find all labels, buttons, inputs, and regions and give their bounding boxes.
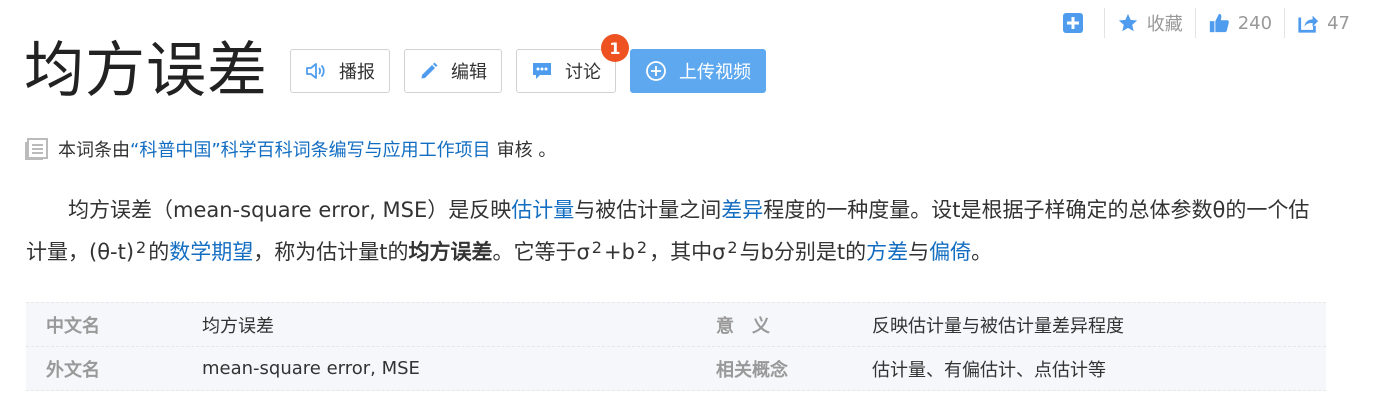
thumbs-up-icon <box>1209 13 1229 33</box>
basic-info-value: mean-square error, MSE <box>202 358 420 379</box>
summary-text: +b <box>603 240 635 264</box>
edit-label: 编辑 <box>451 62 487 83</box>
plus-square-icon <box>1062 13 1083 33</box>
link-expectation[interactable]: 数学期望 <box>169 240 253 264</box>
basic-info-value: 估计量、有偏估计、点估计等 <box>872 359 1106 381</box>
upload-video-label: 上传视频 <box>679 62 751 83</box>
summary-paragraph: 均方误差（mean-square error, MSE）是反映估计量与被估计量之… <box>26 192 1326 271</box>
basic-info-value: 均方误差 <box>202 315 274 337</box>
basic-info-table: 中文名 均方误差 意 义 反映估计量与被估计量差异程度 外文名 mean-squ… <box>26 302 1326 391</box>
basic-info-row: 外文名 mean-square error, MSE 相关概念 估计量、有偏估计… <box>26 346 1326 391</box>
like-button[interactable]: 240 <box>1194 8 1284 38</box>
play-button[interactable]: 播报 <box>290 49 390 93</box>
link-variance[interactable]: 方差 <box>866 240 908 264</box>
discuss-count-badge: 1 <box>601 34 629 62</box>
superscript: 2 <box>591 238 602 257</box>
basic-info-key: 外文名 <box>46 359 100 381</box>
favorite-button[interactable]: 收藏 <box>1103 8 1195 38</box>
chat-bubble-icon <box>533 63 551 79</box>
summary-text: 均方误差（mean-square error, MSE）是反映 <box>68 198 512 222</box>
summary-text: ，其中σ <box>649 240 726 264</box>
discuss-button[interactable]: 讨论 1 <box>516 34 629 93</box>
like-count: 240 <box>1237 12 1273 34</box>
basic-info-row: 中文名 均方误差 意 义 反映估计量与被估计量差异程度 <box>26 302 1326 346</box>
top-toolbar: 收藏 240 47 <box>1050 8 1362 38</box>
summary-text: 与 <box>908 240 930 264</box>
star-icon <box>1118 13 1137 32</box>
basic-info-key: 相关概念 <box>716 359 788 381</box>
speaker-icon <box>306 63 325 79</box>
share-button[interactable]: 47 <box>1284 8 1362 38</box>
summary-text: 的 <box>148 240 170 264</box>
document-icon <box>25 138 48 160</box>
superscript: 2 <box>636 238 648 257</box>
summary-text: 。它等于σ <box>492 240 590 264</box>
share-icon <box>1298 15 1319 33</box>
pencil-icon <box>421 62 438 79</box>
review-note: 本词条由 “科普中国”科学百科词条编写与应用工作项目 审核 。 <box>24 136 556 162</box>
summary-text: 。 <box>971 240 993 264</box>
page-title: 均方误差 <box>24 36 268 106</box>
review-project-link[interactable]: “科普中国”科学百科词条编写与应用工作项目 <box>130 136 491 162</box>
lemma-summary: 均方误差（mean-square error, MSE）是反映估计量与被估计量之… <box>26 192 1326 271</box>
superscript: 2 <box>727 238 738 257</box>
superscript: 2 <box>136 238 147 257</box>
review-suffix: 审核 。 <box>496 140 557 161</box>
share-count: 47 <box>1327 12 1350 34</box>
favorite-label: 收藏 <box>1146 14 1183 35</box>
plus-circle-icon <box>646 61 666 81</box>
summary-text: 与b分别是t的 <box>739 240 867 264</box>
summary-text: 与被估计量之间 <box>574 198 722 222</box>
link-bias[interactable]: 偏倚 <box>929 240 971 264</box>
edit-button[interactable]: 编辑 <box>404 49 502 93</box>
basic-info-key: 意 义 <box>716 315 770 337</box>
add-button[interactable] <box>1050 8 1104 38</box>
discuss-label: 讨论 <box>565 62 601 83</box>
upload-video-button[interactable]: 上传视频 <box>630 49 766 93</box>
link-estimator[interactable]: 估计量 <box>511 198 574 222</box>
basic-info-key: 中文名 <box>46 315 100 337</box>
review-prefix: 本词条由 <box>58 140 130 161</box>
basic-info-value: 反映估计量与被估计量差异程度 <box>872 315 1124 337</box>
title-row: 均方误差 播报 编辑 讨论 1 上传视频 <box>24 34 780 108</box>
link-difference[interactable]: 差异 <box>721 198 763 222</box>
summary-bold-term: 均方误差 <box>408 240 493 264</box>
summary-text: ，称为估计量t的 <box>253 240 409 264</box>
play-label: 播报 <box>339 62 375 83</box>
